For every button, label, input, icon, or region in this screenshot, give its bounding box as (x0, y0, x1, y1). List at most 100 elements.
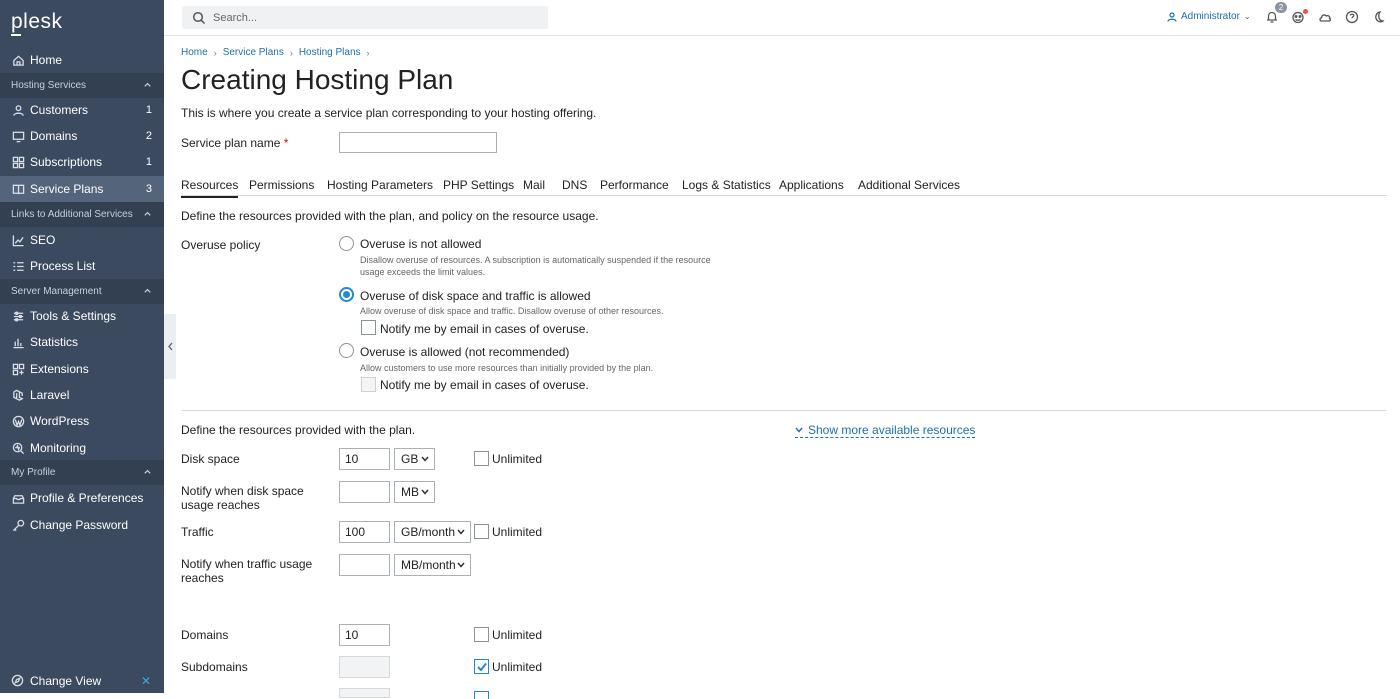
traffic-unlimited-checkbox[interactable] (474, 524, 489, 539)
disk-notify-unit-select[interactable]: MB (394, 481, 435, 503)
disk-notify-input[interactable] (339, 481, 390, 503)
help-icon[interactable] (1345, 10, 1359, 24)
change-view-button[interactable]: Change View ✕ (0, 668, 164, 693)
notify-overuse-disabled-checkbox[interactable] (361, 377, 376, 392)
sidebar-item-customers[interactable]: Customers 1 (0, 97, 164, 123)
sidebar-item-label: Extensions (30, 362, 89, 376)
sidebar-item-monitoring[interactable]: Monitoring (0, 435, 164, 461)
show-more-resources-link[interactable]: Show more available resources (795, 423, 976, 438)
tab-additional-services[interactable]: Additional Services (858, 178, 960, 192)
group-label: Hosting Services (11, 80, 87, 91)
breadcrumb: Home › Service Plans › Hosting Plans › (181, 47, 376, 58)
sidebar-item-change-password[interactable]: Change Password (0, 512, 164, 538)
chevron-up-icon (143, 467, 153, 477)
search-box[interactable] (182, 6, 548, 29)
sidebar-item-laravel[interactable]: Laravel (0, 382, 164, 408)
tab-performance[interactable]: Performance (600, 178, 669, 192)
sidebar-item-seo[interactable]: SEO (0, 227, 164, 253)
overuse-disk-traffic-label[interactable]: Overuse of disk space and traffic is all… (360, 289, 591, 303)
list-icon (11, 259, 25, 273)
sidebar-item-profile-preferences[interactable]: Profile & Preferences (0, 485, 164, 511)
section-divider (181, 410, 1387, 411)
sidebar-item-domains[interactable]: Domains 2 (0, 123, 164, 149)
breadcrumb-hosting-plans[interactable]: Hosting Plans (299, 47, 361, 58)
group-server-management[interactable]: Server Management (0, 279, 164, 304)
plesk-logo[interactable]: plesk (11, 10, 63, 36)
sidebar-item-home[interactable]: Home (0, 47, 164, 73)
tab-hosting-parameters[interactable]: Hosting Parameters (327, 178, 433, 192)
disk-space-unlimited-checkbox[interactable] (474, 451, 489, 466)
sidebar-item-label: Change Password (30, 518, 129, 532)
disk-space-unit-select[interactable]: GB (394, 448, 435, 470)
search-input[interactable] (213, 11, 513, 24)
chevron-up-icon (143, 209, 153, 219)
sidebar-item-process-list[interactable]: Process List (0, 253, 164, 279)
sidebar: plesk Home Hosting Services Customers 1 … (0, 0, 164, 693)
sidebar-item-extensions[interactable]: Extensions (0, 356, 164, 382)
collapse-sidebar-handle[interactable] (164, 314, 176, 379)
domains-label: Domains (181, 628, 229, 642)
chevron-up-icon (143, 286, 153, 296)
notify-overuse-label[interactable]: Notify me by email in cases of overuse. (380, 322, 589, 336)
group-my-profile[interactable]: My Profile (0, 460, 164, 485)
overuse-allowed-label[interactable]: Overuse is allowed (not recommended) (360, 345, 569, 359)
tab-bar: Resources Permissions Hosting Parameters… (181, 176, 1387, 198)
overuse-allowed-hint: Allow customers to use more resources th… (360, 363, 654, 373)
page-title: Creating Hosting Plan (181, 64, 454, 95)
overuse-not-allowed-radio[interactable] (339, 236, 354, 251)
sidebar-item-subscriptions[interactable]: Subscriptions 1 (0, 149, 164, 175)
overuse-not-allowed-label[interactable]: Overuse is not allowed (360, 237, 481, 251)
next-field-input-partial[interactable] (339, 688, 390, 698)
search-icon (192, 11, 206, 24)
disk-space-label: Disk space (181, 452, 240, 466)
key-icon (11, 518, 25, 532)
subdomains-unlimited-label[interactable]: Unlimited (492, 660, 542, 674)
moon-icon[interactable] (1371, 10, 1385, 24)
service-plans-count: 3 (145, 183, 152, 195)
subdomains-input[interactable] (339, 656, 390, 678)
tab-dns[interactable]: DNS (562, 178, 587, 192)
tab-applications[interactable]: Applications (779, 178, 844, 192)
sidebar-item-service-plans[interactable]: Service Plans 3 (0, 176, 164, 202)
traffic-input[interactable] (339, 521, 390, 543)
domains-input[interactable] (339, 624, 390, 646)
disk-space-input[interactable] (339, 448, 390, 470)
breadcrumb-service-plans[interactable]: Service Plans (223, 47, 284, 58)
group-links-additional-services[interactable]: Links to Additional Services (0, 202, 164, 227)
disk-space-unlimited-label[interactable]: Unlimited (492, 452, 542, 466)
traffic-unit-select[interactable]: GB/month (394, 521, 471, 543)
group-hosting-services[interactable]: Hosting Services (0, 73, 164, 98)
plan-name-label: Service plan name * (181, 136, 288, 150)
domains-unlimited-label[interactable]: Unlimited (492, 628, 542, 642)
subdomains-unlimited-checkbox[interactable] (474, 659, 489, 674)
cloud-icon[interactable] (1318, 10, 1332, 24)
tab-permissions[interactable]: Permissions (249, 178, 314, 192)
overuse-allowed-radio[interactable] (339, 343, 354, 358)
domains-unlimited-checkbox[interactable] (474, 627, 489, 642)
page-intro: This is where you create a service plan … (181, 106, 597, 120)
disk-notify-label: Notify when disk space usage reaches (181, 484, 304, 512)
chevron-down-icon (457, 529, 465, 535)
traffic-label: Traffic (181, 525, 214, 539)
overuse-policy-label: Overuse policy (181, 238, 261, 252)
user-menu[interactable]: Administrator ⌄ (1167, 11, 1251, 22)
plan-name-input[interactable] (339, 132, 497, 153)
traffic-notify-input[interactable] (339, 554, 390, 576)
next-field-unlimited-checkbox-partial[interactable] (474, 691, 489, 699)
book-icon (11, 182, 25, 196)
sidebar-item-label: Profile & Preferences (30, 491, 144, 505)
tab-php-settings[interactable]: PHP Settings (443, 178, 514, 192)
sidebar-item-statistics[interactable]: Statistics (0, 329, 164, 355)
tab-logs-statistics[interactable]: Logs & Statistics (682, 178, 771, 192)
chevron-down-icon (421, 489, 429, 495)
close-icon[interactable]: ✕ (141, 674, 151, 688)
overuse-disk-traffic-radio[interactable] (339, 287, 354, 302)
breadcrumb-home[interactable]: Home (181, 47, 208, 58)
sidebar-item-wordpress[interactable]: WordPress (0, 408, 164, 434)
traffic-unlimited-label[interactable]: Unlimited (492, 525, 542, 539)
tab-mail[interactable]: Mail (523, 178, 545, 192)
sidebar-item-tools-settings[interactable]: Tools & Settings (0, 303, 164, 329)
notify-overuse-checkbox[interactable] (361, 320, 376, 335)
traffic-notify-unit-select[interactable]: MB/month (394, 554, 471, 576)
tab-resources[interactable]: Resources (181, 178, 239, 198)
